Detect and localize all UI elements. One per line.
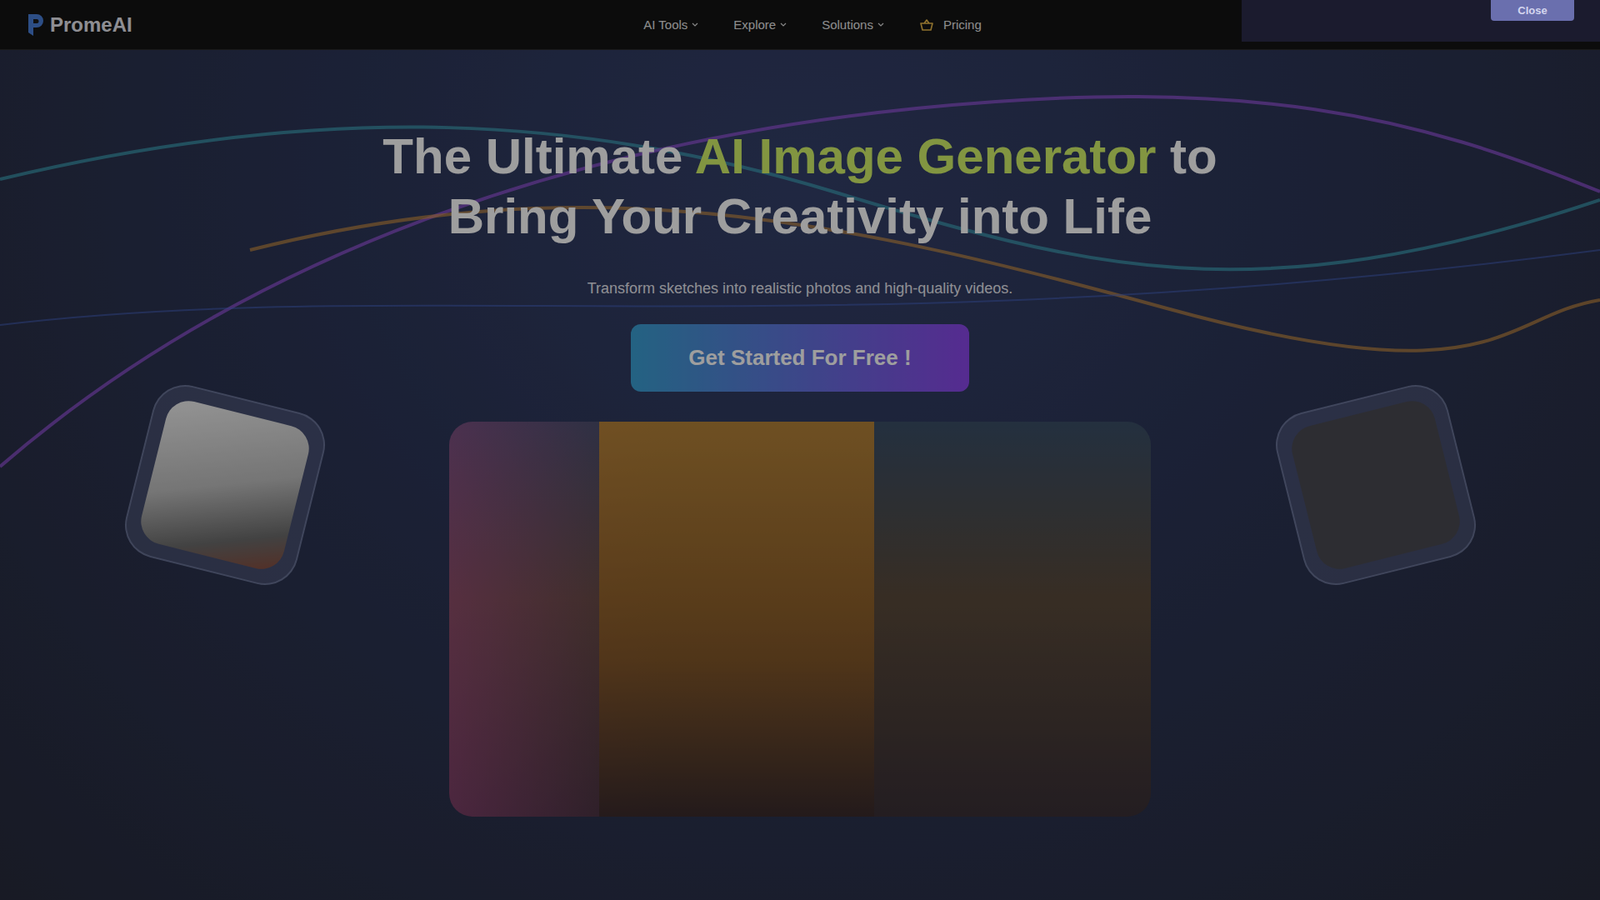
dim-overlay	[0, 0, 1600, 900]
close-button[interactable]: Close	[1490, 0, 1575, 21]
notice-panel: Close	[1241, 0, 1600, 42]
page: PromeAI AI Tools Explore Solutions Prici…	[0, 0, 1600, 900]
